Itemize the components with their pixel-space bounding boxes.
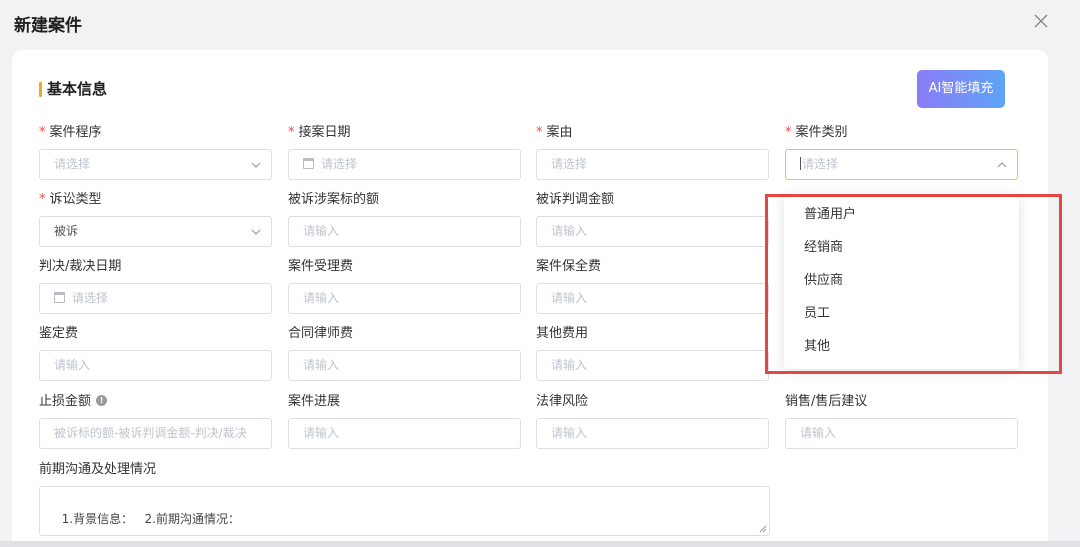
case-progress-input[interactable]: 请输入 — [288, 418, 521, 449]
case-category-select[interactable]: 请选择 — [785, 149, 1018, 180]
case-progress-label: 案件进展 — [288, 394, 341, 409]
annotation-highlight-box — [765, 194, 1062, 374]
appraisal-fee-input[interactable]: 请输入 — [39, 350, 272, 381]
judgment-amount-input[interactable]: 请输入 — [536, 216, 769, 247]
chevron-down-icon — [251, 162, 261, 168]
legal-risk-input[interactable]: 请输入 — [536, 418, 769, 449]
accept-date-label: * 接案日期 — [288, 125, 351, 140]
judgment-date-label: 判决/裁决日期 — [39, 259, 122, 274]
prior-communication-label: 前期沟通及处理情况 — [39, 462, 157, 477]
disputed-amount-input[interactable]: 请输入 — [288, 216, 521, 247]
calendar-icon — [54, 292, 65, 303]
close-button[interactable] — [1031, 11, 1051, 31]
preservation-fee-input[interactable]: 请输入 — [536, 283, 769, 314]
section-title: 基本信息 — [39, 80, 107, 98]
judgment-amount-label: 被诉判调金额 — [536, 192, 615, 207]
chevron-up-icon — [997, 162, 1007, 168]
loss-stop-amount-input[interactable]: 被诉标的额-被诉判调金额-判决/裁决 — [39, 418, 272, 449]
info-icon[interactable]: ! — [96, 395, 108, 406]
lawyer-fee-input[interactable]: 请输入 — [288, 350, 521, 381]
sales-advice-label: 销售/售后建议 — [785, 394, 868, 409]
acceptance-fee-input[interactable]: 请输入 — [288, 283, 521, 314]
case-cause-select[interactable]: 请选择 — [536, 149, 769, 180]
preservation-fee-label: 案件保全费 — [536, 259, 602, 274]
acceptance-fee-label: 案件受理费 — [288, 259, 354, 274]
chevron-down-icon — [251, 229, 261, 235]
case-procedure-select[interactable]: 请选择 — [39, 149, 272, 180]
accept-date-picker[interactable]: 请选择 — [288, 149, 521, 180]
ai-fill-button[interactable]: AI智能填充 — [917, 70, 1005, 108]
legal-risk-label: 法律风险 — [536, 394, 589, 409]
judgment-date-picker[interactable]: 请选择 — [39, 283, 272, 314]
case-procedure-label: * 案件程序 — [39, 125, 102, 140]
case-cause-label: * 案由 — [536, 125, 573, 140]
scroll-track — [0, 541, 1080, 547]
case-category-label: * 案件类别 — [785, 125, 848, 140]
disputed-amount-label: 被诉涉案标的额 — [288, 192, 380, 207]
litigation-type-label: * 诉讼类型 — [39, 192, 102, 207]
other-fee-input[interactable]: 请输入 — [536, 350, 769, 381]
modal-title: 新建案件 — [14, 16, 82, 36]
other-fee-label: 其他费用 — [536, 326, 589, 341]
close-icon — [1034, 14, 1048, 28]
litigation-type-select[interactable]: 被诉 — [39, 216, 272, 247]
prior-communication-textarea[interactable]: 1.背景信息： 2.前期沟通情况： — [39, 486, 770, 536]
calendar-icon — [303, 158, 314, 169]
text-cursor — [800, 157, 801, 170]
lawyer-fee-label: 合同律师费 — [288, 326, 354, 341]
loss-stop-amount-label: 止损金额! — [39, 393, 108, 411]
sales-advice-input[interactable]: 请输入 — [785, 418, 1018, 449]
resize-grip-icon[interactable] — [759, 525, 767, 533]
appraisal-fee-label: 鉴定费 — [39, 326, 79, 341]
